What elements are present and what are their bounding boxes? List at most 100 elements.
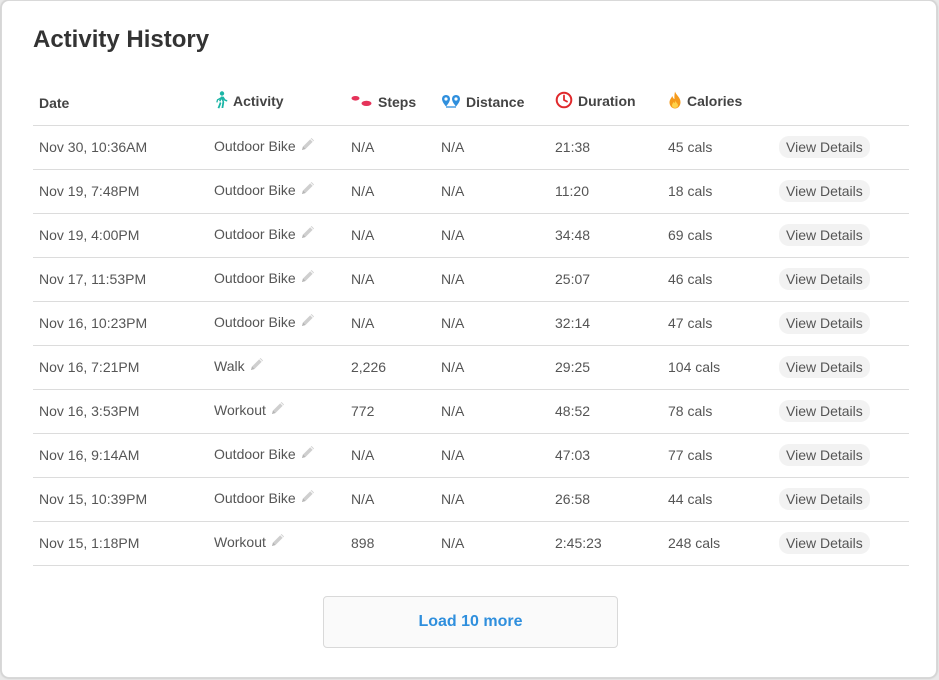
column-header-calories-label: Calories [687, 93, 743, 110]
cell-steps: N/A [345, 477, 435, 522]
cell-date: Nov 15, 10:39PM [33, 477, 208, 522]
activity-name: Outdoor Bike [214, 181, 296, 198]
page-title: Activity History [33, 26, 210, 53]
cell-actions: View Details [773, 213, 909, 258]
pencil-icon[interactable] [300, 136, 316, 155]
activity-name: Outdoor Bike [214, 489, 296, 506]
cell-actions: View Details [773, 345, 909, 390]
cell-calories: 46 cals [662, 257, 773, 302]
cell-calories: 44 cals [662, 477, 773, 522]
cell-distance: N/A [435, 301, 549, 346]
pencil-icon[interactable] [300, 444, 316, 463]
view-details-button[interactable]: View Details [779, 532, 870, 554]
cell-date: Nov 30, 10:36AM [33, 125, 208, 170]
view-details-button[interactable]: View Details [779, 488, 870, 510]
cell-distance: N/A [435, 169, 549, 214]
cell-activity: Outdoor Bike [208, 433, 345, 478]
cell-date: Nov 17, 11:53PM [33, 257, 208, 302]
activity-table: Date Activity Steps Distance Duration Ca… [33, 81, 909, 566]
cell-date: Nov 16, 10:23PM [33, 301, 208, 346]
table-row[interactable]: Nov 16, 10:23PM Outdoor Bike N/A N/A 32:… [33, 301, 909, 346]
view-details-button[interactable]: View Details [779, 224, 870, 246]
column-header-date[interactable]: Date [33, 81, 208, 126]
cell-activity: Outdoor Bike [208, 257, 345, 302]
cell-calories: 77 cals [662, 433, 773, 478]
cell-distance: N/A [435, 345, 549, 390]
view-details-button[interactable]: View Details [779, 444, 870, 466]
route-pins-icon [441, 94, 461, 111]
cell-distance: N/A [435, 257, 549, 302]
table-row[interactable]: Nov 15, 1:18PM Workout 898 N/A 2:45:23 2… [33, 521, 909, 566]
pencil-icon[interactable] [300, 488, 316, 507]
cell-distance: N/A [435, 125, 549, 170]
cell-calories: 69 cals [662, 213, 773, 258]
activity-name: Outdoor Bike [214, 137, 296, 154]
activity-name: Workout [214, 401, 266, 418]
view-details-button[interactable]: View Details [779, 356, 870, 378]
view-details-button[interactable]: View Details [779, 268, 870, 290]
load-more-button[interactable]: Load 10 more [323, 596, 618, 648]
view-details-button[interactable]: View Details [779, 180, 870, 202]
column-header-distance[interactable]: Distance [435, 81, 549, 126]
pencil-icon[interactable] [249, 356, 265, 375]
cell-distance: N/A [435, 213, 549, 258]
table-row[interactable]: Nov 19, 4:00PM Outdoor Bike N/A N/A 34:4… [33, 213, 909, 258]
view-details-button[interactable]: View Details [779, 312, 870, 334]
column-header-actions [773, 81, 909, 126]
pencil-icon[interactable] [300, 312, 316, 331]
cell-steps: N/A [345, 125, 435, 170]
pencil-icon[interactable] [270, 532, 286, 551]
column-header-duration[interactable]: Duration [549, 81, 662, 126]
cell-date: Nov 19, 4:00PM [33, 213, 208, 258]
table-row[interactable]: Nov 17, 11:53PM Outdoor Bike N/A N/A 25:… [33, 257, 909, 302]
cell-duration: 32:14 [549, 301, 662, 346]
cell-duration: 11:20 [549, 169, 662, 214]
column-header-steps[interactable]: Steps [345, 81, 435, 126]
table-row[interactable]: Nov 16, 9:14AM Outdoor Bike N/A N/A 47:0… [33, 433, 909, 478]
cell-steps: N/A [345, 433, 435, 478]
cell-duration: 34:48 [549, 213, 662, 258]
column-header-activity-label: Activity [233, 93, 284, 110]
stopwatch-icon [555, 91, 573, 112]
activity-name: Workout [214, 533, 266, 550]
column-header-date-label: Date [39, 94, 70, 111]
activity-name: Outdoor Bike [214, 445, 296, 462]
table-row[interactable]: Nov 19, 7:48PM Outdoor Bike N/A N/A 11:2… [33, 169, 909, 214]
column-header-duration-label: Duration [578, 93, 636, 110]
activity-name: Outdoor Bike [214, 269, 296, 286]
cell-date: Nov 16, 9:14AM [33, 433, 208, 478]
table-row[interactable]: Nov 30, 10:36AM Outdoor Bike N/A N/A 21:… [33, 125, 909, 170]
pencil-icon[interactable] [300, 268, 316, 287]
view-details-button[interactable]: View Details [779, 400, 870, 422]
cell-activity: Workout [208, 521, 345, 566]
cell-duration: 29:25 [549, 345, 662, 390]
cell-actions: View Details [773, 433, 909, 478]
cell-duration: 21:38 [549, 125, 662, 170]
cell-date: Nov 15, 1:18PM [33, 521, 208, 566]
column-header-calories[interactable]: Calories [662, 81, 773, 126]
cell-date: Nov 16, 7:21PM [33, 345, 208, 390]
pencil-icon[interactable] [300, 224, 316, 243]
table-row[interactable]: Nov 16, 3:53PM Workout 772 N/A 48:52 78 … [33, 389, 909, 434]
cell-steps: 2,226 [345, 345, 435, 390]
table-row[interactable]: Nov 16, 7:21PM Walk 2,226 N/A 29:25 104 … [33, 345, 909, 390]
pencil-icon[interactable] [300, 180, 316, 199]
footprints-icon [351, 94, 373, 110]
cell-actions: View Details [773, 125, 909, 170]
cell-date: Nov 16, 3:53PM [33, 389, 208, 434]
cell-steps: N/A [345, 301, 435, 346]
cell-calories: 78 cals [662, 389, 773, 434]
cell-calories: 45 cals [662, 125, 773, 170]
walking-person-icon [214, 91, 228, 112]
cell-steps: N/A [345, 257, 435, 302]
activity-name: Outdoor Bike [214, 313, 296, 330]
activity-name: Walk [214, 357, 245, 374]
cell-distance: N/A [435, 477, 549, 522]
view-details-button[interactable]: View Details [779, 136, 870, 158]
pencil-icon[interactable] [270, 400, 286, 419]
cell-activity: Outdoor Bike [208, 301, 345, 346]
column-header-activity[interactable]: Activity [208, 81, 345, 126]
table-row[interactable]: Nov 15, 10:39PM Outdoor Bike N/A N/A 26:… [33, 477, 909, 522]
cell-duration: 47:03 [549, 433, 662, 478]
cell-duration: 2:45:23 [549, 521, 662, 566]
